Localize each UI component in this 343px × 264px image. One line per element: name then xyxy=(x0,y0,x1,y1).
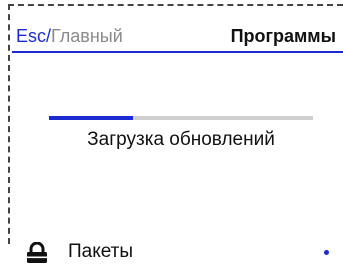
esc-back-link[interactable]: Esc xyxy=(16,26,46,46)
update-progress-bar xyxy=(49,116,313,120)
menu-item-packages[interactable]: Пакеты xyxy=(24,240,343,264)
update-status-label: Загрузка обновлений xyxy=(87,129,275,150)
breadcrumb-main: Главный xyxy=(51,26,123,46)
update-progress-fill xyxy=(49,116,134,120)
lock-icon xyxy=(27,242,47,263)
header-bar: Esc/Главный Программы xyxy=(16,22,336,50)
menu-item-label: Пакеты xyxy=(68,241,134,262)
frame-left-border xyxy=(8,4,10,244)
selection-dot xyxy=(324,250,329,255)
frame-top-border xyxy=(8,4,343,6)
breadcrumb: Esc/Главный xyxy=(16,22,123,50)
page-title: Программы xyxy=(230,26,336,46)
header-divider xyxy=(12,51,343,53)
